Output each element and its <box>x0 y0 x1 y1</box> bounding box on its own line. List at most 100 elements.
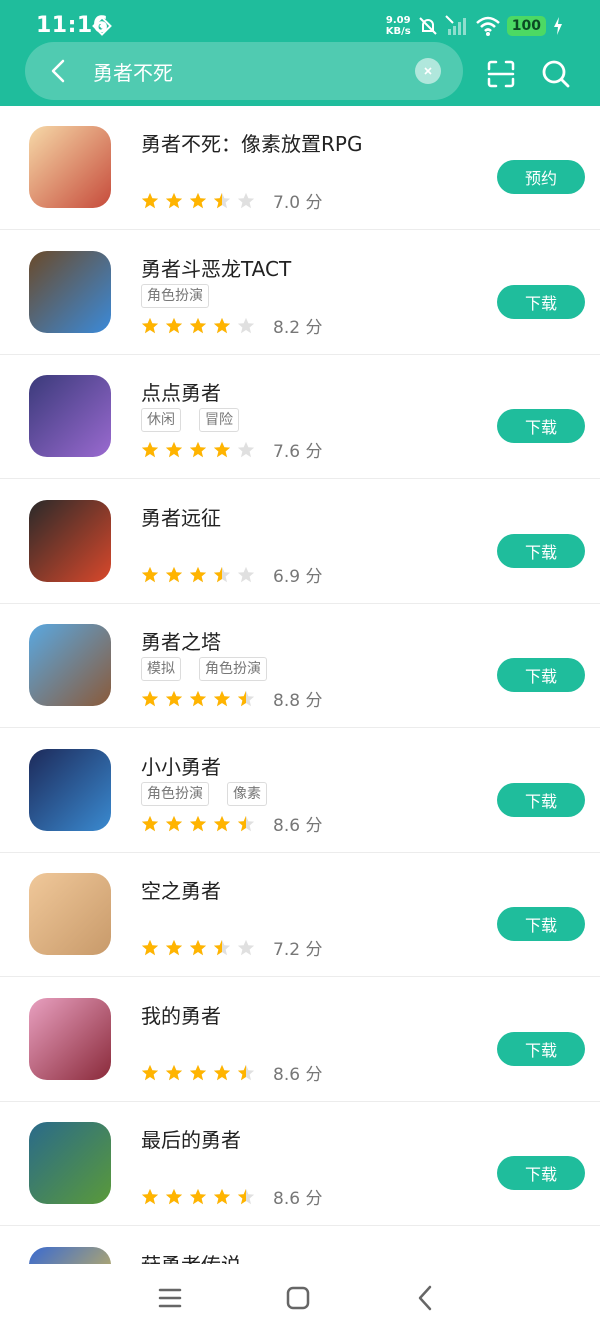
app-name[interactable]: 我的勇者 <box>141 1000 221 1029</box>
list-item[interactable]: 我的勇者 8.6 分 下载 <box>0 978 600 1102</box>
star-icon <box>213 690 231 706</box>
rating-score: 8.6 分 <box>273 816 323 836</box>
app-icon[interactable] <box>29 375 111 457</box>
search-input[interactable] <box>93 55 403 87</box>
list-item[interactable]: 勇者远征 6.9 分 下载 <box>0 480 600 604</box>
star-icon <box>165 566 183 582</box>
app-icon[interactable] <box>29 1247 111 1264</box>
app-icon[interactable] <box>29 126 111 208</box>
home-icon[interactable] <box>282 1282 314 1314</box>
star-icon <box>189 939 207 955</box>
rating: 8.2 分 <box>141 313 322 338</box>
star-icon <box>237 317 255 333</box>
category-tag[interactable]: 角色扮演 <box>141 782 209 806</box>
list-item[interactable]: 点点勇者 休闲 冒险 7.6 分 下载 <box>0 355 600 479</box>
app-name[interactable]: 勇者不死：像素放置RPG <box>141 128 362 157</box>
star-icon <box>165 192 183 208</box>
download-button[interactable]: 下载 <box>497 285 585 319</box>
back-arrow-icon[interactable] <box>45 57 73 85</box>
rating: 8.6 分 <box>141 1184 322 1209</box>
star-icon <box>189 1064 207 1080</box>
star-icon <box>213 566 231 582</box>
header-bar: 11:16 9.09 KB/s 100 勇者不死 <box>0 0 600 106</box>
star-icon <box>141 566 159 582</box>
star-icon <box>213 317 231 333</box>
star-icon <box>165 317 183 333</box>
star-icon <box>237 690 255 706</box>
rating-score: 7.2 分 <box>273 940 323 960</box>
list-item[interactable]: 勇者斗恶龙TACT 角色扮演 8.2 分 下载 <box>0 231 600 355</box>
back-icon[interactable] <box>410 1282 442 1314</box>
download-button[interactable]: 下载 <box>497 658 585 692</box>
sim-icon <box>92 16 112 36</box>
mute-bell-icon <box>419 17 437 35</box>
star-icon <box>165 441 183 457</box>
status-icons: 9.09 KB/s 100 <box>386 12 564 40</box>
reserve-button[interactable]: 预约 <box>497 160 585 194</box>
app-name[interactable]: 点点勇者 <box>141 377 221 406</box>
star-icon <box>213 1064 231 1080</box>
category-tag[interactable]: 像素 <box>227 782 267 806</box>
star-icon <box>141 192 159 208</box>
star-icon <box>189 317 207 333</box>
category-tag[interactable]: 休闲 <box>141 408 181 432</box>
star-icon <box>141 939 159 955</box>
app-name[interactable]: 勇者远征 <box>141 502 221 531</box>
search-icon[interactable] <box>540 58 572 90</box>
app-icon[interactable] <box>29 873 111 955</box>
category-tag[interactable]: 模拟 <box>141 657 181 681</box>
rating-score: 8.8 分 <box>273 691 323 711</box>
star-icon <box>165 939 183 955</box>
list-item[interactable]: 菇勇者传说 <box>0 1227 600 1264</box>
rating-score: 6.9 分 <box>273 567 323 587</box>
rating: 8.8 分 <box>141 686 322 711</box>
list-item[interactable]: 小小勇者 角色扮演 像素 8.6 分 下载 <box>0 729 600 853</box>
star-icon <box>141 441 159 457</box>
rating-score: 7.6 分 <box>273 442 323 462</box>
download-button[interactable]: 下载 <box>497 783 585 817</box>
scan-icon[interactable] <box>485 58 517 90</box>
app-name[interactable]: 最后的勇者 <box>141 1124 241 1153</box>
app-icon[interactable] <box>29 998 111 1080</box>
search-bar <box>25 42 463 100</box>
star-icon <box>213 815 231 831</box>
app-icon[interactable] <box>29 749 111 831</box>
rating: 7.0 分 <box>141 188 322 213</box>
system-nav-bar <box>0 1264 600 1333</box>
star-icon <box>141 690 159 706</box>
rating-score: 8.6 分 <box>273 1065 323 1085</box>
app-name[interactable]: 勇者斗恶龙TACT <box>141 253 291 282</box>
app-icon[interactable] <box>29 624 111 706</box>
charging-icon <box>554 17 562 35</box>
download-button[interactable]: 下载 <box>497 409 585 443</box>
app-name[interactable]: 勇者之塔 <box>141 626 221 655</box>
list-item[interactable]: 勇者不死：像素放置RPG 7.0 分 预约 <box>0 106 600 230</box>
app-name[interactable]: 菇勇者传说 <box>141 1249 241 1264</box>
star-icon <box>189 690 207 706</box>
category-tag[interactable]: 角色扮演 <box>199 657 267 681</box>
star-icon <box>237 192 255 208</box>
rating: 7.2 分 <box>141 935 322 960</box>
app-icon[interactable] <box>29 500 111 582</box>
app-icon[interactable] <box>29 251 111 333</box>
download-button[interactable]: 下载 <box>497 1156 585 1190</box>
list-item[interactable]: 空之勇者 7.2 分 下载 <box>0 853 600 977</box>
download-button[interactable]: 下载 <box>497 1032 585 1066</box>
app-name[interactable]: 小小勇者 <box>141 751 221 780</box>
category-tag[interactable]: 角色扮演 <box>141 284 209 308</box>
clear-search-button[interactable] <box>415 58 441 84</box>
rating-score: 7.0 分 <box>273 193 323 213</box>
download-button[interactable]: 下载 <box>497 534 585 568</box>
star-icon <box>165 1064 183 1080</box>
app-icon[interactable] <box>29 1122 111 1204</box>
app-name[interactable]: 空之勇者 <box>141 875 221 904</box>
list-item[interactable]: 最后的勇者 8.6 分 下载 <box>0 1102 600 1226</box>
tag-list: 角色扮演 <box>141 284 209 308</box>
download-button[interactable]: 下载 <box>497 907 585 941</box>
star-icon <box>237 939 255 955</box>
menu-icon[interactable] <box>154 1282 186 1314</box>
list-item[interactable]: 勇者之塔 模拟 角色扮演 8.8 分 下载 <box>0 604 600 728</box>
net-speed-unit: KB/s <box>385 26 411 37</box>
net-speed-value: 9.09 <box>385 15 411 26</box>
category-tag[interactable]: 冒险 <box>199 408 239 432</box>
